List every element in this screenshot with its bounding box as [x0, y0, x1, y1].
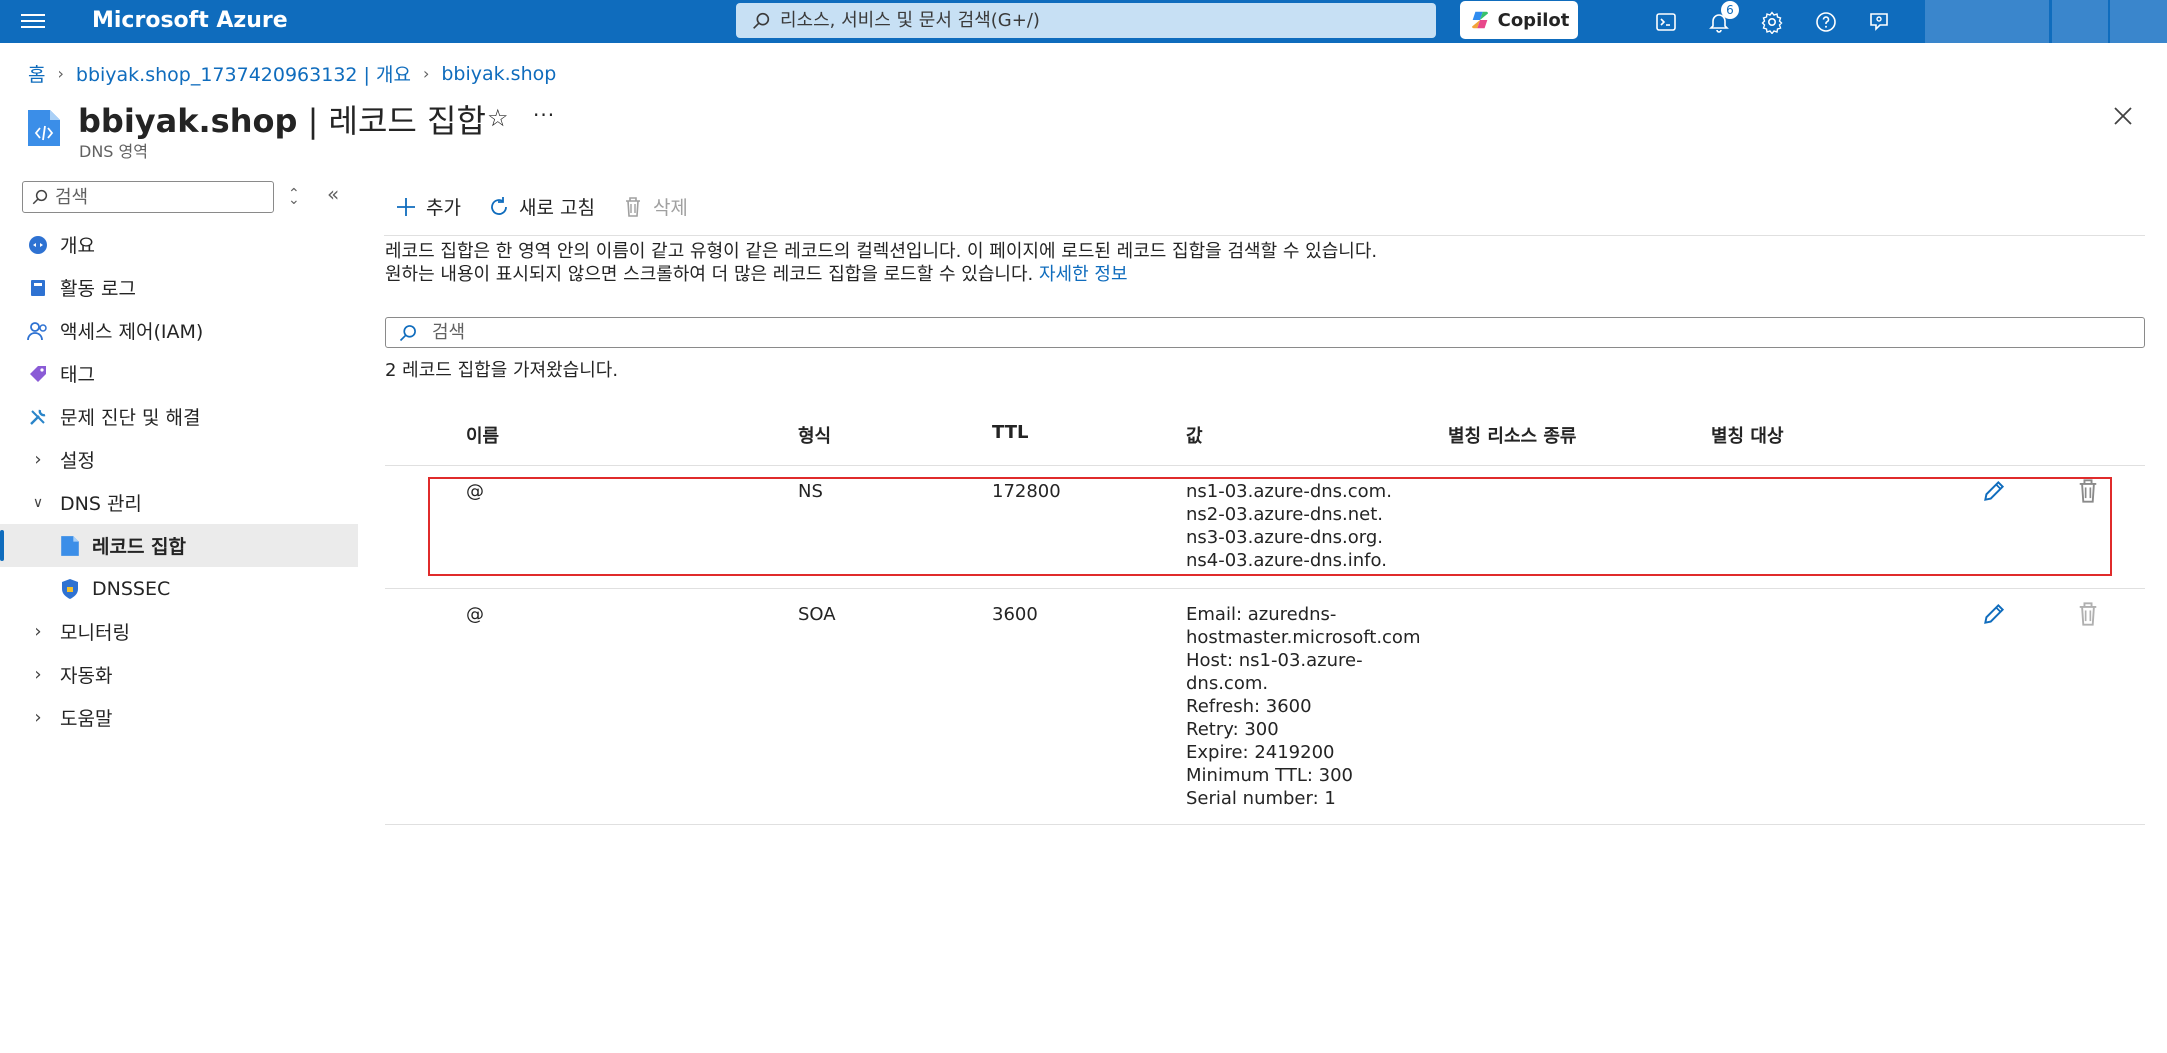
edit-pencil-icon[interactable] — [1981, 478, 2007, 504]
chevron-right-icon: › — [34, 707, 42, 728]
favorite-star-icon[interactable]: ☆ — [487, 104, 509, 132]
sidebar-item-automation[interactable]: › 자동화 — [0, 653, 358, 696]
help-icon — [1816, 12, 1836, 32]
help-button[interactable] — [1810, 6, 1842, 38]
table-row[interactable]: @ SOA 3600 Email: azuredns- hostmaster.m… — [385, 589, 2145, 825]
chevron-right-icon: › — [34, 664, 42, 685]
table-header: 이름 형식 TTL 값 별칭 리소스 종류 별칭 대상 — [385, 412, 2145, 466]
search-icon — [32, 189, 48, 205]
column-name[interactable]: 이름 — [466, 422, 499, 448]
record-filter[interactable] — [385, 317, 2145, 348]
chevron-right-icon: › — [34, 449, 42, 470]
expand-collapse-icon[interactable]: ⌃ ⌄ — [288, 186, 300, 218]
terminal-icon — [1656, 13, 1676, 31]
search-icon — [399, 324, 416, 341]
dns-zone-icon — [58, 534, 82, 558]
learn-more-link[interactable]: 자세한 정보 — [1039, 264, 1128, 285]
column-alias-target[interactable]: 별칭 대상 — [1711, 422, 1784, 448]
column-type[interactable]: 형식 — [798, 422, 831, 448]
people-icon — [26, 319, 50, 343]
feedback-button[interactable] — [1863, 6, 1895, 38]
page-title: bbiyak.shop | 레코드 집합 — [78, 102, 486, 140]
dns-zone-icon — [28, 110, 60, 146]
add-button[interactable]: 추가 — [394, 193, 461, 220]
sidebar-item-dnssec[interactable]: DNSSEC — [0, 567, 358, 610]
close-icon[interactable] — [2111, 104, 2135, 128]
chevron-right-icon: › — [57, 64, 64, 83]
gear-icon — [1761, 11, 1783, 34]
overview-icon — [26, 233, 50, 257]
edit-pencil-icon[interactable] — [1981, 601, 2007, 627]
notification-badge: 6 — [1721, 1, 1739, 19]
table-row[interactable]: @ NS 172800 ns1-03.azure-dns.com. ns2-03… — [385, 466, 2145, 589]
result-count: 2 레코드 집합을 가져왔습니다. — [385, 360, 619, 381]
toolbar-divider — [384, 235, 2145, 236]
sidebar-item-diagnose[interactable]: 문제 진단 및 해결 — [0, 395, 358, 438]
sidebar-item-iam[interactable]: 액세스 제어(IAM) — [0, 309, 358, 352]
chevron-right-icon: › — [422, 64, 430, 83]
breadcrumb-overview[interactable]: bbiyak.shop_1737420963132 | 개요 — [76, 60, 411, 87]
copilot-label: Copilot — [1497, 9, 1570, 31]
account-avatar[interactable] — [2052, 0, 2108, 43]
search-icon — [753, 12, 770, 29]
column-ttl[interactable]: TTL — [992, 422, 1028, 443]
global-search-input[interactable] — [780, 10, 1380, 31]
brand-title[interactable]: Microsoft Azure — [92, 8, 288, 33]
trash-icon[interactable] — [2075, 478, 2101, 504]
chevron-down-icon: ∨ — [32, 494, 44, 511]
command-bar: 추가 새로 고침 삭제 — [394, 193, 714, 220]
chevron-right-icon: › — [34, 621, 42, 642]
column-alias-type[interactable]: 별칭 리소스 종류 — [1448, 422, 1576, 448]
page-subtitle: DNS 영역 — [79, 142, 148, 161]
column-value[interactable]: 값 — [1186, 422, 1203, 448]
sidebar-item-dns-management[interactable]: ∨ DNS 관리 — [0, 481, 358, 524]
notifications-button[interactable]: 6 — [1703, 1, 1739, 38]
shield-lock-icon — [58, 577, 82, 601]
collapse-sidebar-icon[interactable]: « — [327, 182, 339, 206]
wrench-icon — [26, 405, 50, 429]
copilot-icon — [1471, 11, 1488, 29]
copilot-button[interactable]: Copilot — [1460, 1, 1578, 39]
feedback-icon — [1870, 13, 1888, 31]
breadcrumb: 홈 › bbiyak.shop_1737420963132 | 개요 › bbi… — [28, 60, 556, 87]
top-bar: Microsoft Azure Copilot 6 — [0, 0, 2167, 43]
record-value: Email: azuredns- hostmaster.microsoft.co… — [1186, 604, 1421, 809]
account-area[interactable] — [1925, 0, 2049, 43]
plus-icon — [394, 195, 418, 219]
record-sets-table: 이름 형식 TTL 값 별칭 리소스 종류 별칭 대상 @ NS 172800 … — [385, 412, 2145, 825]
refresh-icon — [487, 195, 511, 219]
refresh-button[interactable]: 새로 고침 — [487, 193, 595, 220]
record-value: ns1-03.azure-dns.com. ns2-03.azure-dns.n… — [1186, 481, 1392, 571]
sidebar-item-record-sets[interactable]: 레코드 집합 — [0, 524, 358, 567]
record-filter-input[interactable] — [432, 322, 2032, 343]
menu-icon[interactable] — [21, 10, 45, 32]
sidebar-item-monitoring[interactable]: › 모니터링 — [0, 610, 358, 653]
delete-button[interactable]: 삭제 — [621, 193, 688, 220]
sidebar-search-input[interactable] — [55, 186, 265, 208]
sidebar-nav: 개요 활동 로그 액세스 제어(IAM) 태그 문제 진단 및 해결 › 설정 … — [0, 223, 358, 739]
sidebar-item-help[interactable]: › 도움말 — [0, 696, 358, 739]
sidebar-item-activity-log[interactable]: 활동 로그 — [0, 266, 358, 309]
account-directory[interactable] — [2110, 0, 2167, 43]
breadcrumb-home[interactable]: 홈 — [28, 60, 45, 87]
trash-icon — [621, 195, 645, 219]
sidebar-item-overview[interactable]: 개요 — [0, 223, 358, 266]
sidebar-item-tags[interactable]: 태그 — [0, 352, 358, 395]
settings-button[interactable] — [1756, 6, 1788, 38]
book-icon — [26, 276, 50, 300]
sidebar-item-settings[interactable]: › 설정 — [0, 438, 358, 481]
cloud-shell-button[interactable] — [1650, 6, 1682, 38]
more-options-button[interactable]: ··· — [533, 103, 555, 127]
global-search[interactable] — [736, 3, 1436, 38]
sidebar-search[interactable] — [22, 181, 274, 213]
trash-icon[interactable] — [2075, 601, 2101, 627]
description-text: 레코드 집합은 한 영역 안의 이름이 같고 유형이 같은 레코드의 컬렉션입니… — [385, 241, 1378, 286]
breadcrumb-zone[interactable]: bbiyak.shop — [441, 63, 556, 85]
tag-icon — [26, 362, 50, 386]
